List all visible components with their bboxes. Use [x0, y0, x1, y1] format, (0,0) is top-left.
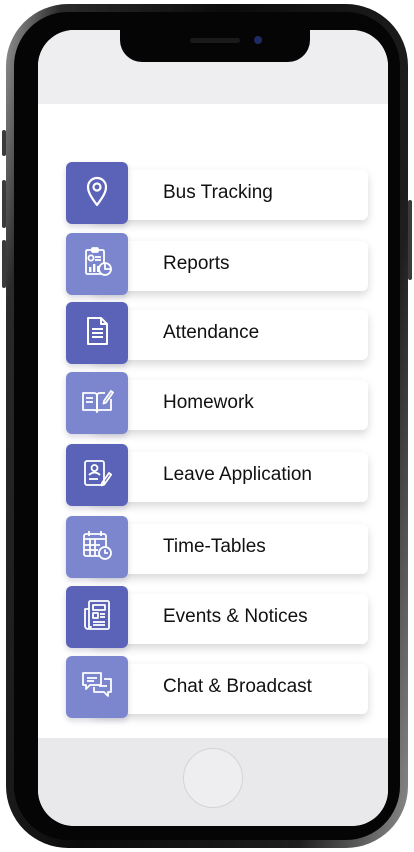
menu-item-label: Events & Notices [163, 606, 308, 627]
menu-icon-tile [66, 372, 128, 434]
menu-item-label: Leave Application [163, 464, 312, 485]
menu-item-label: Homework [163, 392, 254, 413]
menu-item-chat-broadcast[interactable]: Chat & Broadcast [66, 656, 368, 718]
menu-item-label: Chat & Broadcast [163, 676, 312, 697]
menu-icon-tile [66, 516, 128, 578]
location-pin-icon [80, 174, 114, 213]
volume-up-button [2, 180, 6, 228]
menu-item-bus-tracking[interactable]: Bus Tracking [66, 162, 368, 224]
newspaper-icon [80, 598, 114, 637]
menu-icon-tile [66, 586, 128, 648]
menu-icon-tile [66, 302, 128, 364]
volume-down-button [2, 240, 6, 288]
report-chart-icon [80, 245, 114, 284]
calendar-clock-icon [80, 528, 114, 567]
menu-item-label: Bus Tracking [163, 182, 273, 203]
menu-item-time-tables[interactable]: Time-Tables [66, 516, 368, 578]
mute-switch [2, 130, 6, 156]
stage: Bus Tracking Reports Attendance Homework… [0, 0, 414, 852]
document-icon [80, 314, 114, 353]
menu-item-label: Time-Tables [163, 536, 266, 557]
menu-item-label: Reports [163, 253, 230, 274]
power-button [408, 200, 412, 280]
menu-icon-tile [66, 233, 128, 295]
home-button[interactable] [183, 748, 243, 808]
menu-item-reports[interactable]: Reports [66, 233, 368, 295]
leave-form-icon [80, 456, 114, 495]
front-camera [254, 36, 262, 44]
menu-icon-tile [66, 162, 128, 224]
menu-icon-tile [66, 444, 128, 506]
speaker-grille [190, 38, 240, 43]
menu-item-attendance[interactable]: Attendance [66, 302, 368, 364]
menu-icon-tile [66, 656, 128, 718]
menu-card [92, 241, 368, 291]
book-pencil-icon [80, 384, 114, 423]
menu-item-events-notices[interactable]: Events & Notices [66, 586, 368, 648]
chat-bubbles-icon [80, 668, 114, 707]
menu-item-leave-application[interactable]: Leave Application [66, 444, 368, 506]
menu-item-homework[interactable]: Homework [66, 372, 368, 434]
menu-item-label: Attendance [163, 322, 260, 343]
